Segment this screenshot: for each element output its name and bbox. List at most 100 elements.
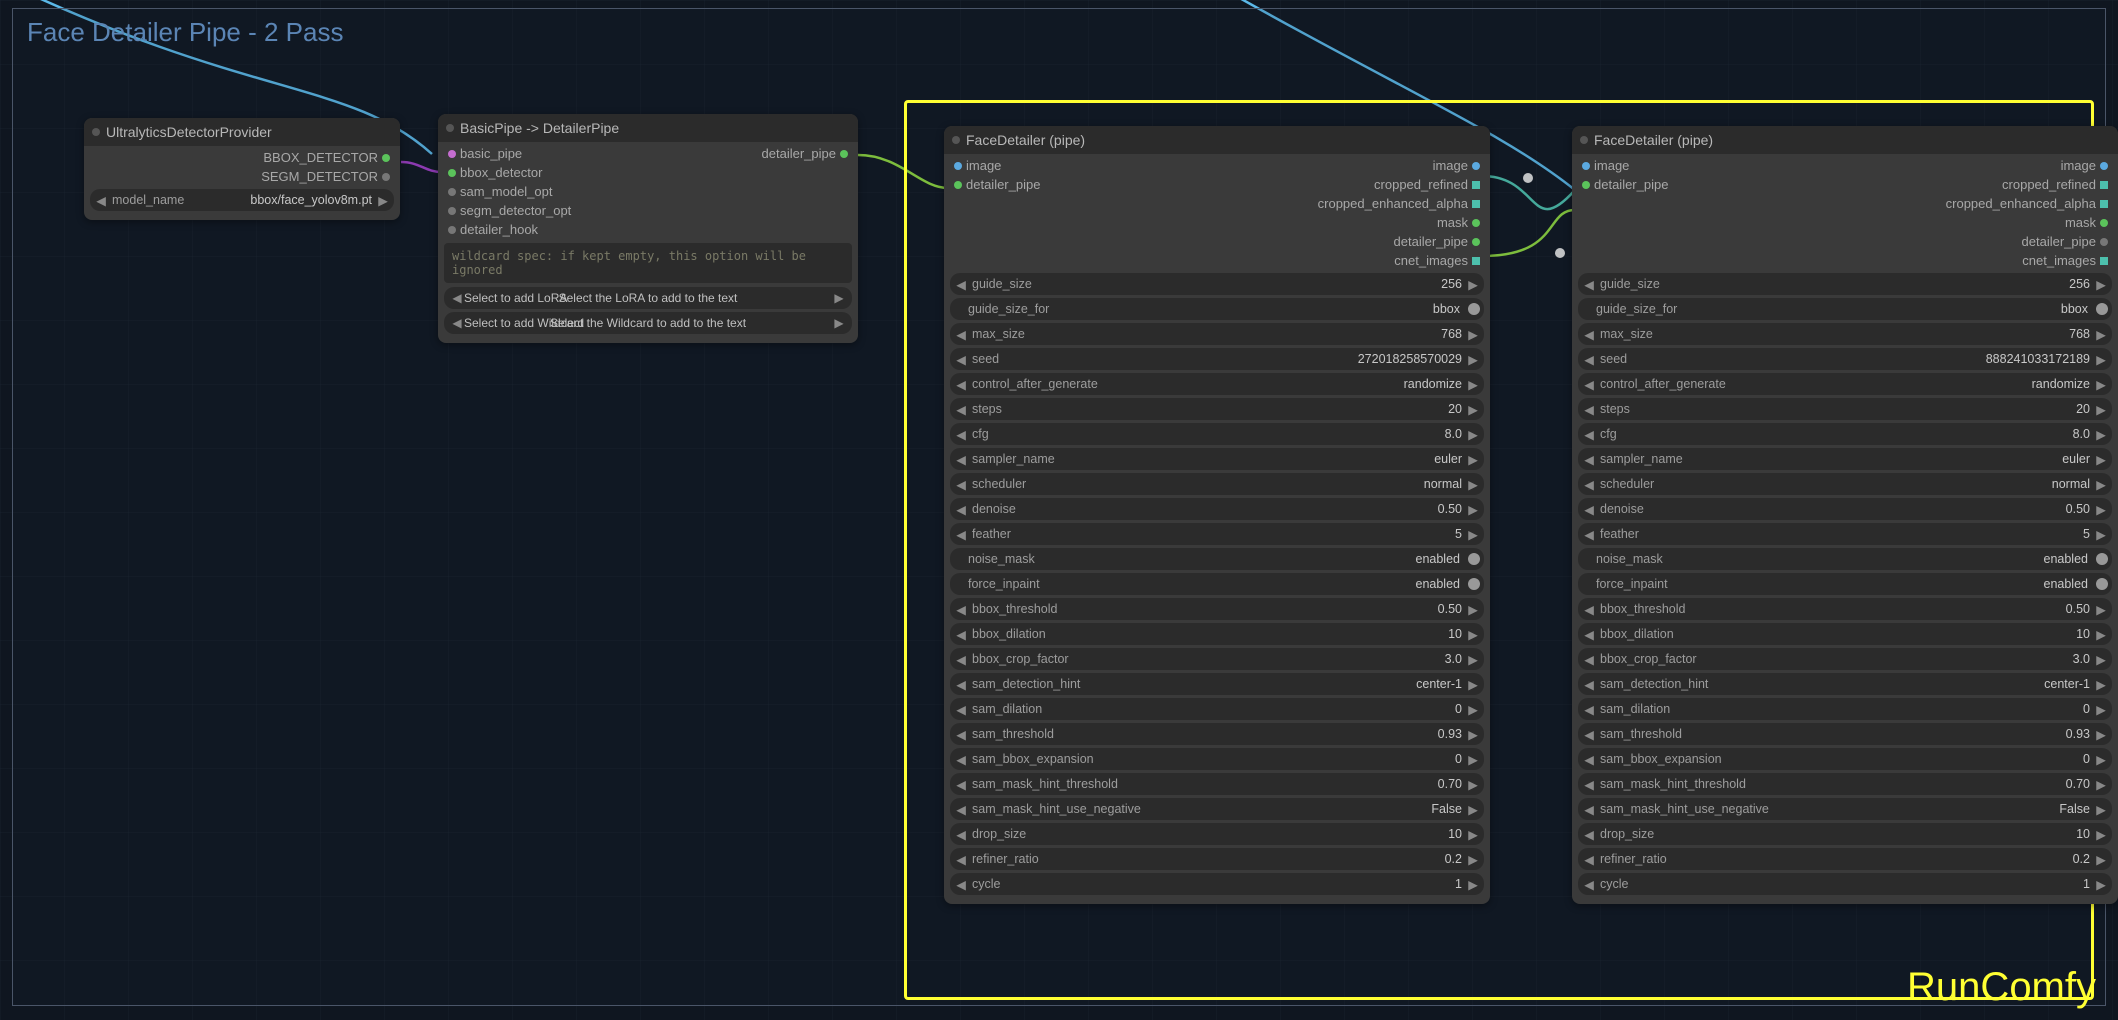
widget-scheduler[interactable]: ◀schedulernormal▶ bbox=[950, 473, 1484, 495]
chevron-left-icon[interactable]: ◀ bbox=[1582, 277, 1596, 292]
output-cropped-enhanced-alpha[interactable]: cropped_enhanced_alpha bbox=[1946, 196, 2108, 211]
chevron-left-icon[interactable]: ◀ bbox=[1582, 327, 1596, 342]
chevron-right-icon[interactable]: ▶ bbox=[2094, 852, 2108, 867]
widget-bbox-crop-factor[interactable]: ◀bbox_crop_factor3.0▶ bbox=[1578, 648, 2112, 670]
widget-max-size[interactable]: ◀max_size768▶ bbox=[950, 323, 1484, 345]
chevron-left-icon[interactable]: ◀ bbox=[1582, 827, 1596, 842]
widget-max-size[interactable]: ◀max_size768▶ bbox=[1578, 323, 2112, 345]
chevron-left-icon[interactable]: ◀ bbox=[954, 727, 968, 742]
input-detailer-pipe[interactable]: detailer_pipe bbox=[1582, 177, 1668, 192]
chevron-left-icon[interactable]: ◀ bbox=[954, 827, 968, 842]
chevron-right-icon[interactable]: ▶ bbox=[1466, 427, 1480, 442]
chevron-left-icon[interactable]: ◀ bbox=[954, 677, 968, 692]
chevron-right-icon[interactable]: ▶ bbox=[2094, 502, 2108, 517]
node-canvas[interactable]: Face Detailer Pipe - 2 Pass UltralyticsD… bbox=[0, 0, 2118, 1020]
widget-sam-threshold[interactable]: ◀sam_threshold0.93▶ bbox=[1578, 723, 2112, 745]
widget-sam-mask-hint-threshold[interactable]: ◀sam_mask_hint_threshold0.70▶ bbox=[950, 773, 1484, 795]
chevron-right-icon[interactable]: ▶ bbox=[2094, 702, 2108, 717]
widget-cycle[interactable]: ◀cycle1▶ bbox=[950, 873, 1484, 895]
chevron-right-icon[interactable]: ▶ bbox=[1466, 702, 1480, 717]
toggle-icon[interactable] bbox=[1468, 578, 1480, 590]
chevron-left-icon[interactable]: ◀ bbox=[954, 752, 968, 767]
widget-feather[interactable]: ◀feather5▶ bbox=[1578, 523, 2112, 545]
chevron-left-icon[interactable]: ◀ bbox=[954, 627, 968, 642]
chevron-left-icon[interactable]: ◀ bbox=[450, 316, 464, 330]
widget-feather[interactable]: ◀feather5▶ bbox=[950, 523, 1484, 545]
chevron-right-icon[interactable]: ▶ bbox=[1466, 652, 1480, 667]
chevron-left-icon[interactable]: ◀ bbox=[954, 352, 968, 367]
chevron-left-icon[interactable]: ◀ bbox=[1582, 727, 1596, 742]
node-title[interactable]: BasicPipe -> DetailerPipe bbox=[438, 114, 858, 142]
widget-sam-bbox-expansion[interactable]: ◀sam_bbox_expansion0▶ bbox=[1578, 748, 2112, 770]
chevron-right-icon[interactable]: ▶ bbox=[2094, 277, 2108, 292]
chevron-right-icon[interactable]: ▶ bbox=[1466, 477, 1480, 492]
output-bbox-detector[interactable]: BBOX_DETECTOR bbox=[263, 150, 390, 165]
chevron-right-icon[interactable]: ▶ bbox=[832, 291, 846, 305]
widget-sam-mask-hint-threshold[interactable]: ◀sam_mask_hint_threshold0.70▶ bbox=[1578, 773, 2112, 795]
chevron-right-icon[interactable]: ▶ bbox=[1466, 277, 1480, 292]
widget-cfg[interactable]: ◀cfg8.0▶ bbox=[1578, 423, 2112, 445]
output-detailer-pipe[interactable]: detailer_pipe bbox=[1394, 234, 1480, 249]
chevron-right-icon[interactable]: ▶ bbox=[2094, 777, 2108, 792]
chevron-left-icon[interactable]: ◀ bbox=[1582, 602, 1596, 617]
chevron-left-icon[interactable]: ◀ bbox=[954, 402, 968, 417]
chevron-left-icon[interactable]: ◀ bbox=[954, 427, 968, 442]
output-cropped-refined[interactable]: cropped_refined bbox=[1374, 177, 1480, 192]
widget-sampler-name[interactable]: ◀sampler_nameeuler▶ bbox=[950, 448, 1484, 470]
chevron-left-icon[interactable]: ◀ bbox=[1582, 352, 1596, 367]
chevron-right-icon[interactable]: ▶ bbox=[1466, 527, 1480, 542]
chevron-left-icon[interactable]: ◀ bbox=[1582, 852, 1596, 867]
chevron-left-icon[interactable]: ◀ bbox=[954, 277, 968, 292]
widget-guide-size[interactable]: ◀guide_size256▶ bbox=[950, 273, 1484, 295]
chevron-right-icon[interactable]: ▶ bbox=[1466, 627, 1480, 642]
chevron-right-icon[interactable]: ▶ bbox=[1466, 327, 1480, 342]
chevron-left-icon[interactable]: ◀ bbox=[1582, 702, 1596, 717]
widget-sam-dilation[interactable]: ◀sam_dilation0▶ bbox=[1578, 698, 2112, 720]
input-segm-detector-opt[interactable]: segm_detector_opt bbox=[448, 203, 571, 218]
chevron-left-icon[interactable]: ◀ bbox=[1582, 627, 1596, 642]
chevron-left-icon[interactable]: ◀ bbox=[1582, 527, 1596, 542]
widget-drop-size[interactable]: ◀drop_size10▶ bbox=[950, 823, 1484, 845]
chevron-right-icon[interactable]: ▶ bbox=[2094, 427, 2108, 442]
widget-model-name[interactable]: ◀ model_name bbox/face_yolov8m.pt ▶ bbox=[90, 189, 394, 211]
widget-cfg[interactable]: ◀cfg8.0▶ bbox=[950, 423, 1484, 445]
toggle-icon[interactable] bbox=[1468, 303, 1480, 315]
input-basic-pipe[interactable]: basic_pipe bbox=[448, 146, 522, 161]
widget-guide-size[interactable]: ◀guide_size256▶ bbox=[1578, 273, 2112, 295]
widget-sam-bbox-expansion[interactable]: ◀sam_bbox_expansion0▶ bbox=[950, 748, 1484, 770]
widget-bbox-dilation[interactable]: ◀bbox_dilation10▶ bbox=[950, 623, 1484, 645]
chevron-right-icon[interactable]: ▶ bbox=[1466, 877, 1480, 892]
chevron-right-icon[interactable]: ▶ bbox=[1466, 352, 1480, 367]
widget-bbox-dilation[interactable]: ◀bbox_dilation10▶ bbox=[1578, 623, 2112, 645]
chevron-right-icon[interactable]: ▶ bbox=[2094, 602, 2108, 617]
widget-sam-dilation[interactable]: ◀sam_dilation0▶ bbox=[950, 698, 1484, 720]
output-image[interactable]: image bbox=[2061, 158, 2108, 173]
chevron-left-icon[interactable]: ◀ bbox=[954, 452, 968, 467]
input-image[interactable]: image bbox=[954, 158, 1001, 173]
chevron-right-icon[interactable]: ▶ bbox=[2094, 677, 2108, 692]
widget-wildcard-text[interactable]: wildcard spec: if kept empty, this optio… bbox=[444, 243, 852, 283]
chevron-left-icon[interactable]: ◀ bbox=[1582, 652, 1596, 667]
chevron-left-icon[interactable]: ◀ bbox=[1582, 777, 1596, 792]
chevron-right-icon[interactable]: ▶ bbox=[2094, 827, 2108, 842]
widget-guide-size-for[interactable]: guide_size_forbbox bbox=[950, 298, 1484, 320]
chevron-left-icon[interactable]: ◀ bbox=[954, 477, 968, 492]
toggle-icon[interactable] bbox=[1468, 553, 1480, 565]
chevron-right-icon[interactable]: ▶ bbox=[832, 316, 846, 330]
chevron-right-icon[interactable]: ▶ bbox=[2094, 802, 2108, 817]
chevron-right-icon[interactable]: ▶ bbox=[2094, 652, 2108, 667]
node-basicpipe-detailerpipe[interactable]: BasicPipe -> DetailerPipe basic_pipe det… bbox=[438, 114, 858, 343]
widget-denoise[interactable]: ◀denoise0.50▶ bbox=[950, 498, 1484, 520]
widget-bbox-threshold[interactable]: ◀bbox_threshold0.50▶ bbox=[950, 598, 1484, 620]
widget-scheduler[interactable]: ◀schedulernormal▶ bbox=[1578, 473, 2112, 495]
widget-control-after-generate[interactable]: ◀control_after_generaterandomize▶ bbox=[950, 373, 1484, 395]
widget-noise-mask[interactable]: noise_maskenabled bbox=[950, 548, 1484, 570]
output-cropped-refined[interactable]: cropped_refined bbox=[2002, 177, 2108, 192]
chevron-right-icon[interactable]: ▶ bbox=[376, 193, 390, 208]
chevron-right-icon[interactable]: ▶ bbox=[2094, 752, 2108, 767]
chevron-left-icon[interactable]: ◀ bbox=[1582, 752, 1596, 767]
chevron-left-icon[interactable]: ◀ bbox=[954, 852, 968, 867]
button-select-lora[interactable]: ◀ Select to add LoRA Select the LoRA to … bbox=[444, 287, 852, 309]
node-title[interactable]: FaceDetailer (pipe) bbox=[1572, 126, 2118, 154]
widget-seed[interactable]: ◀seed272018258570029▶ bbox=[950, 348, 1484, 370]
